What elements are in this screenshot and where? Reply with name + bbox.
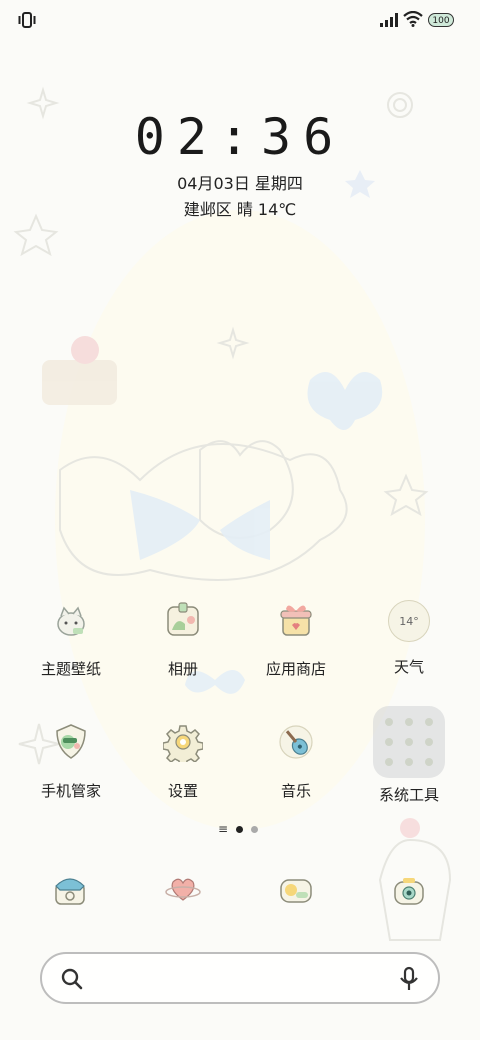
gift-store-icon — [272, 596, 320, 644]
folder-icon — [373, 706, 445, 778]
app-label: 设置 — [167, 782, 198, 800]
gallery-icon — [159, 596, 207, 644]
app-label: 天气 — [393, 658, 424, 676]
app-label: 相册 — [167, 660, 198, 678]
app-label: 应用商店 — [265, 660, 326, 678]
shield-manager-icon — [47, 718, 95, 766]
app-store[interactable]: 应用商店 — [241, 596, 351, 679]
search-icon[interactable] — [60, 967, 84, 991]
search-bar[interactable] — [40, 952, 440, 1004]
camera-icon — [394, 878, 424, 905]
dock-app-3[interactable] — [272, 866, 320, 914]
app-weather[interactable]: 14° 天气 — [354, 596, 464, 677]
clock-weather[interactable]: 建邺区 晴 14℃ — [0, 196, 480, 220]
dock-app-4[interactable] — [385, 866, 433, 914]
vibrate-icon — [18, 12, 36, 28]
menu-icon: ≡ — [218, 822, 229, 836]
app-music[interactable]: 音乐 — [241, 718, 351, 801]
page-indicator[interactable]: ≡ — [218, 822, 259, 836]
microphone-icon[interactable] — [398, 966, 420, 992]
page-dot — [251, 825, 259, 833]
weather-icon: 14° — [388, 600, 430, 642]
app-label: 音乐 — [280, 782, 311, 800]
weather-icon-temp: 14° — [399, 614, 419, 628]
search-input[interactable] — [98, 964, 382, 994]
app-settings[interactable]: 设置 — [128, 718, 238, 801]
app-gallery[interactable]: 相册 — [128, 596, 238, 679]
phone-icon — [55, 878, 85, 905]
guitar-icon — [272, 718, 320, 766]
battery-indicator: 100 — [428, 13, 454, 27]
app-phone-manager[interactable]: 手机管家 — [16, 718, 126, 801]
app-label: 主题壁纸 — [40, 660, 101, 678]
clock-date[interactable]: 04月03日 星期四 — [0, 170, 480, 194]
status-bar: 100 — [0, 0, 480, 40]
app-folder-system-tools[interactable]: 系统工具 — [354, 706, 464, 805]
wifi-icon — [403, 11, 423, 27]
messages-icon — [280, 879, 312, 903]
dock-app-2[interactable] — [159, 866, 207, 914]
cat-theme-icon — [47, 596, 95, 644]
dock-phone[interactable] — [46, 866, 94, 914]
clock-time[interactable]: 02:36 — [0, 108, 480, 166]
app-theme-wallpaper[interactable]: 主题壁纸 — [16, 596, 126, 679]
gear-icon — [159, 718, 207, 766]
signal-icon — [380, 13, 398, 27]
planet-heart-icon — [165, 878, 201, 901]
app-label: 系统工具 — [378, 786, 439, 804]
app-label: 手机管家 — [40, 782, 101, 800]
page-dot-active — [236, 825, 244, 833]
